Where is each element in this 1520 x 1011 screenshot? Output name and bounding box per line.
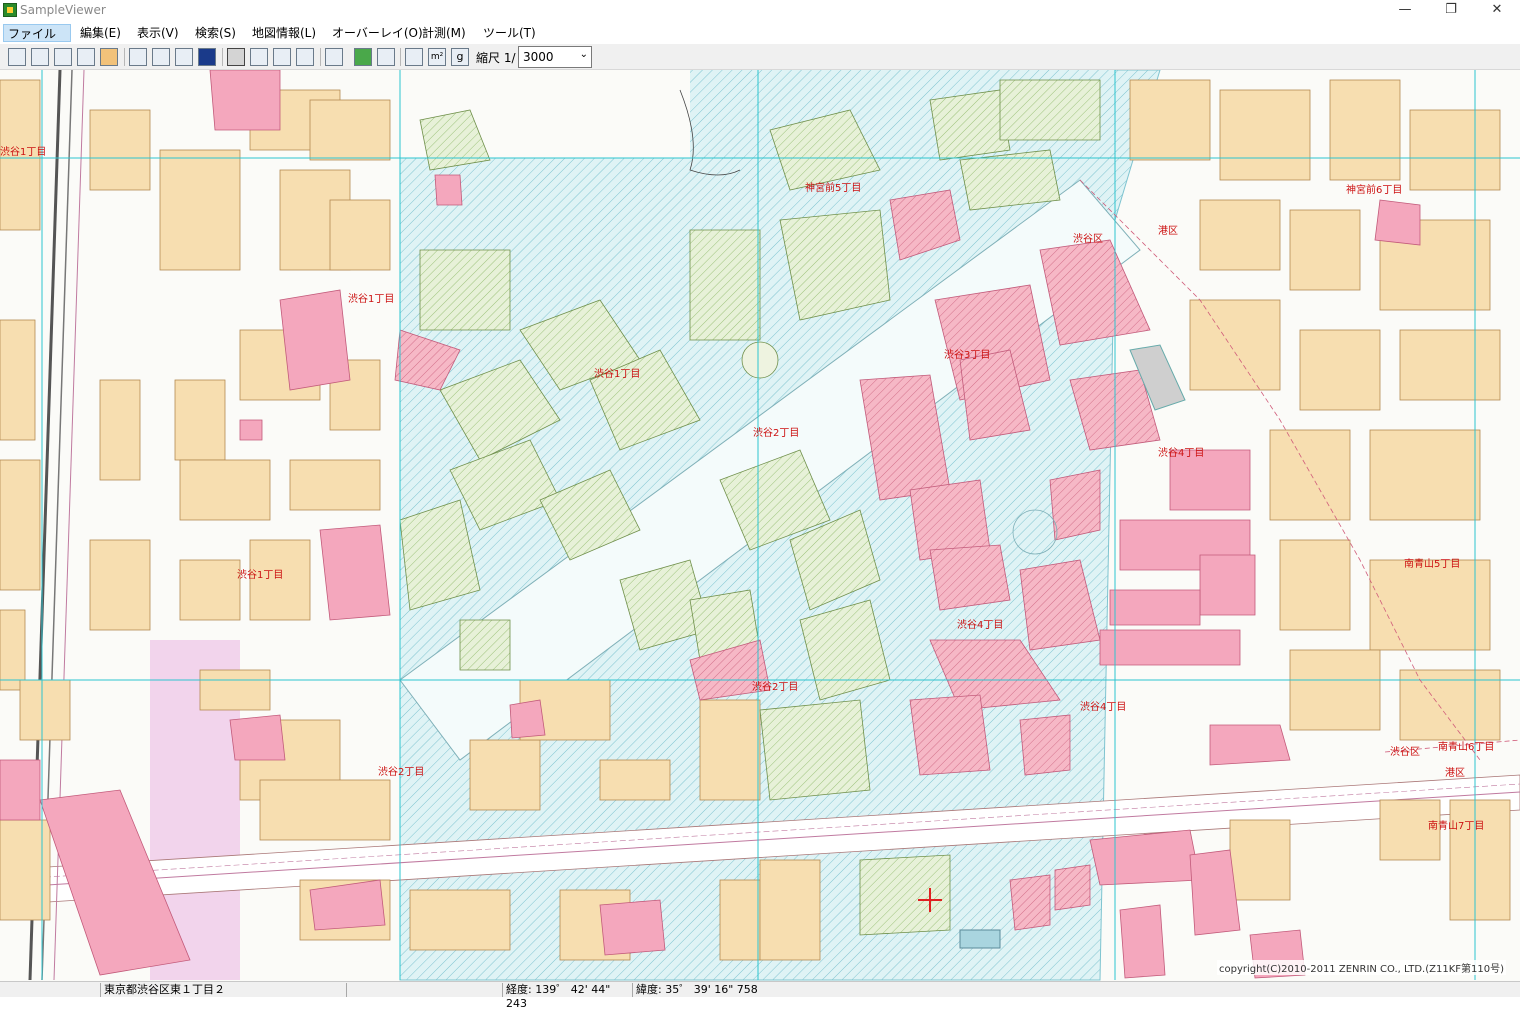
menu-map-info[interactable]: 地図情報(L) (248, 24, 320, 42)
image-icon[interactable] (377, 48, 395, 66)
address-label: 渋谷1丁目 (237, 568, 283, 581)
scale-select[interactable]: 3000 ⌄ (518, 46, 592, 68)
minimize-button[interactable]: — (1382, 0, 1428, 22)
zoom-fit-icon[interactable] (175, 48, 193, 66)
open-icon[interactable] (8, 48, 26, 66)
address-label: 渋谷1丁目 (0, 145, 46, 158)
print-icon[interactable] (77, 48, 95, 66)
restore-button[interactable]: ❐ (1428, 0, 1474, 22)
address-label: 渋谷区 (1073, 232, 1103, 245)
menu-tools[interactable]: ツール(T) (479, 24, 540, 42)
layers-icon[interactable] (100, 48, 118, 66)
address-label: 渋谷4丁目 (1158, 446, 1204, 459)
toolbar-separator (222, 48, 223, 66)
address-label: 港区 (1445, 767, 1465, 779)
address-label: 神宮前5丁目 (805, 181, 861, 194)
status-address: 東京都渋谷区東１丁目２ (100, 983, 346, 997)
text-icon[interactable]: g (451, 48, 469, 66)
address-label: 渋谷1丁目 (594, 367, 640, 380)
status-latitude: 緯度: 35゜ 39' 16" 758 (632, 983, 762, 997)
toolbar: m² g (0, 44, 1520, 70)
app-icon (3, 3, 17, 17)
address-label: 渋谷2丁目 (753, 426, 799, 439)
list-icon[interactable] (325, 48, 343, 66)
map-svg: 神宮前5丁目 神宮前6丁目渋谷区港区渋谷1丁目渋谷3丁目渋谷1丁目渋谷2丁目渋谷4… (0, 70, 1520, 981)
scale-value: 3000 (523, 50, 554, 64)
map-canvas[interactable]: 神宮前5丁目 神宮前6丁目 渋谷区 港区 渋谷1丁目 渋谷3丁目 渋谷1丁目 渋谷2丁目 渋谷4… (0, 70, 1520, 981)
home-icon[interactable] (54, 48, 72, 66)
toolbar-separator (400, 48, 401, 66)
title-bar: SampleViewer — ❐ ✕ (0, 0, 1520, 22)
save-icon[interactable] (31, 48, 49, 66)
chevron-down-icon: ⌄ (579, 49, 588, 60)
zoom-out-icon[interactable] (152, 48, 170, 66)
menu-overlay[interactable]: オーバーレイ(O) (328, 24, 427, 42)
zoom-in-icon[interactable] (129, 48, 147, 66)
toolbar-separator (320, 48, 321, 66)
menu-view[interactable]: 表示(V) (133, 24, 183, 42)
menu-file[interactable]: ファイル(F) (3, 24, 71, 59)
address-label: 港区 (1158, 225, 1178, 237)
menu-bar: ファイル(F) 編集(E) 表示(V) 検索(S) 地図情報(L) オーバーレイ… (0, 22, 1520, 59)
area-icon[interactable]: m² (428, 48, 446, 66)
scale-label: 縮尺 1/ (476, 51, 516, 65)
menu-edit[interactable]: 編集(E) (76, 24, 125, 42)
address-label: 南青山7丁目 (1428, 819, 1484, 832)
menu-search[interactable]: 検索(S) (191, 24, 240, 42)
toolbar-separator (124, 48, 125, 66)
center-icon[interactable] (198, 48, 216, 66)
address-label: 渋谷4丁目 (1080, 700, 1126, 713)
address-label: 渋谷2丁目 (752, 680, 798, 693)
pan-hand-icon[interactable] (227, 48, 245, 66)
address-label: 神宮前6丁目 (1346, 183, 1402, 196)
close-button[interactable]: ✕ (1474, 0, 1520, 22)
ruler-icon[interactable] (405, 48, 423, 66)
address-label: 渋谷区 (1390, 745, 1420, 758)
address-label: 南青山5丁目 (1404, 557, 1460, 570)
address-label: 南青山6丁目 (1438, 740, 1494, 753)
status-blank (346, 983, 502, 997)
info-icon[interactable] (296, 48, 314, 66)
window-title: SampleViewer (20, 3, 106, 17)
copyright-text: copyright(C)2010-2011 ZENRIN CO., LTD.(Z… (1217, 960, 1506, 975)
status-bar: 東京都渋谷区東１丁目２ 経度: 139゜ 42' 44" 243 緯度: 35゜… (0, 981, 1520, 1010)
menu-measure[interactable]: 計測(M) (418, 24, 470, 42)
address-label: 渋谷3丁目 (944, 348, 990, 361)
status-longitude: 経度: 139゜ 42' 44" 243 (502, 983, 632, 1010)
select-point-icon[interactable] (273, 48, 291, 66)
address-label: 渋谷1丁目 (348, 292, 394, 305)
address-label: 渋谷2丁目 (378, 765, 424, 778)
address-label: 渋谷4丁目 (957, 618, 1003, 631)
select-rect-icon[interactable] (250, 48, 268, 66)
palette-icon[interactable] (354, 48, 372, 66)
